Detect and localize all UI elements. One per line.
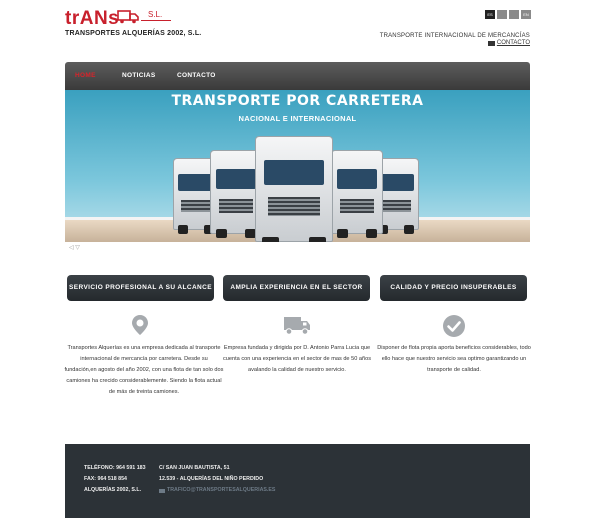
footer-address: C/ SAN JUAN BAUTISTA, 51 12.539 - ALQUER… xyxy=(159,463,275,496)
lang-es[interactable]: ES xyxy=(485,10,495,19)
lang-option[interactable] xyxy=(509,10,519,19)
tagline: TRANSPORTE INTERNACIONAL DE MERCANCÍAS xyxy=(379,33,530,39)
footer-company: ALQUERÍAS 2002, S.L. xyxy=(84,487,142,493)
footer-street: C/ SAN JUAN BAUTISTA, 51 xyxy=(159,465,230,471)
main-nav: HOME NOTICIAS CONTACTO xyxy=(65,62,530,90)
logo-sl: S.L. xyxy=(148,10,163,19)
envelope-icon xyxy=(487,40,495,46)
footer-phone: TELÉFONO: 964 591 183 xyxy=(84,465,146,471)
feature-button-servicio[interactable]: SERVICIO PROFESIONAL A SU ALCANCE xyxy=(67,275,214,301)
logo-text: trANs xyxy=(65,8,120,29)
footer-fax: FAX: 964 518 854 xyxy=(84,476,127,482)
contact-link[interactable]: CONTACTO xyxy=(487,40,530,46)
map-marker-icon xyxy=(132,315,148,335)
feature-text-experiencia: Empresa fundada y dirigida por D. Antoni… xyxy=(222,345,372,373)
lang-option[interactable] xyxy=(497,10,507,19)
contact-link-label: CONTACTO xyxy=(496,40,530,46)
truck-image xyxy=(255,136,333,242)
check-circle-icon xyxy=(443,315,465,337)
logo-underline xyxy=(141,20,171,21)
language-switcher: ES EN xyxy=(485,10,531,19)
lang-en[interactable]: EN xyxy=(521,10,531,19)
feature-button-calidad[interactable]: CALIDAD Y PRECIO INSUPERABLES xyxy=(380,275,527,301)
nav-item-contacto[interactable]: CONTACTO xyxy=(177,72,216,79)
hero-banner: TRANSPORTE POR CARRETERA NACIONAL E INTE… xyxy=(65,90,530,242)
footer-contact-info: TELÉFONO: 964 591 183 FAX: 964 518 854 A… xyxy=(84,463,146,496)
footer-city: 12.539 - ALQUERÍAS DEL NIÑO PERDIDO xyxy=(159,476,264,482)
company-name: TRANSPORTES ALQUERÍAS 2002, S.L. xyxy=(65,30,202,37)
feature-text-calidad: Disponer de flota propia aporta benefici… xyxy=(377,345,531,373)
banner-subtitle: NACIONAL E INTERNACIONAL xyxy=(238,114,357,123)
footer-email: TRAFICO@TRANSPORTESALQUERIAS.ES xyxy=(167,487,276,493)
feature-text-servicio: Transportes Alquerías es una empresa ded… xyxy=(64,345,224,395)
truck-icon xyxy=(284,317,310,335)
nav-item-noticias[interactable]: NOTICIAS xyxy=(122,72,155,79)
feature-button-experiencia[interactable]: AMPLIA EXPERIENCIA EN EL SECTOR xyxy=(223,275,370,301)
slider-arrows[interactable]: ◁ ▽ xyxy=(69,244,80,251)
truck-logo-icon xyxy=(117,10,139,24)
nav-item-home[interactable]: HOME xyxy=(75,72,96,79)
envelope-icon xyxy=(159,488,165,493)
footer: TELÉFONO: 964 591 183 FAX: 964 518 854 A… xyxy=(65,444,530,518)
footer-email-link[interactable]: TRAFICO@TRANSPORTESALQUERIAS.ES xyxy=(159,485,275,496)
banner-title: TRANSPORTE POR CARRETERA xyxy=(171,93,424,109)
truck-image xyxy=(331,150,383,238)
